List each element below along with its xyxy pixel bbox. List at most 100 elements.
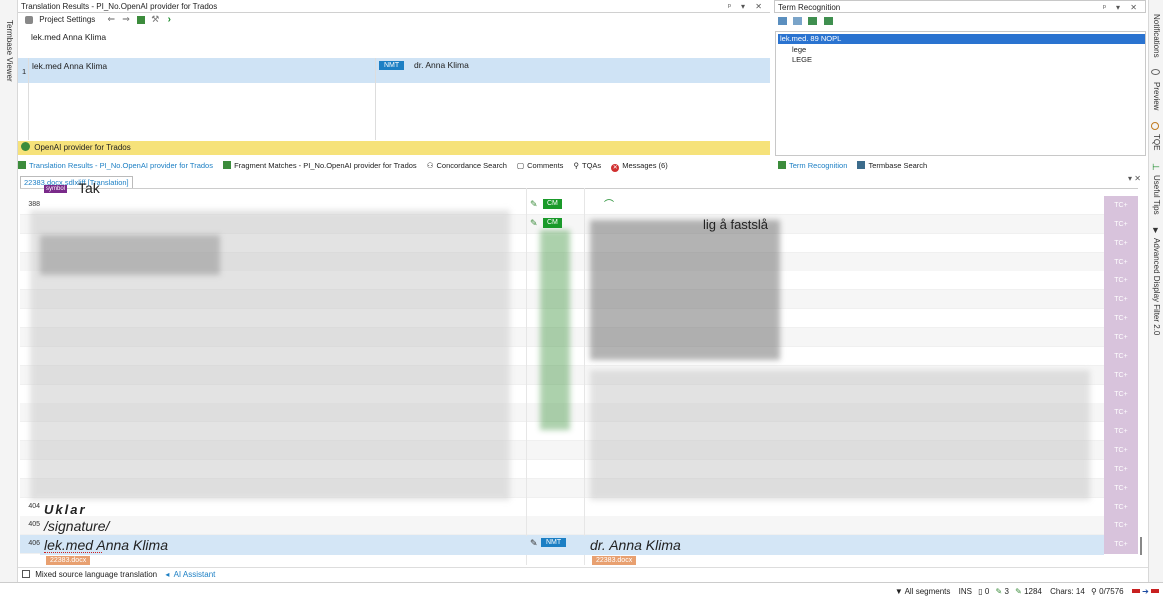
row-406-target-file-tag: 22383.docx — [592, 556, 637, 565]
tc-status-cell: TC+ — [1104, 497, 1138, 517]
row-number: 404 — [28, 502, 40, 510]
tab-term-recognition[interactable]: Term Recognition — [778, 159, 847, 172]
tab-concordance-search[interactable]: ⚇ Concordance Search — [427, 159, 507, 172]
termbase-search-icon — [857, 161, 866, 169]
tc-status-cell: TC+ — [1104, 346, 1138, 366]
tab-ai-assistant[interactable]: AI Assistant — [174, 570, 216, 579]
bottom-pane-tabs: Translation Results - PI_No.OpenAI provi… — [18, 159, 770, 172]
tab-messages-label: Messages (6) — [622, 161, 668, 170]
term-item-LEGE[interactable]: LEGE — [792, 55, 812, 64]
provider-label: OpenAI provider for Trados — [34, 143, 131, 152]
preview-tab[interactable]: Preview — [1152, 82, 1161, 110]
row-406-spell-underline — [44, 552, 102, 553]
blurred-cm-col — [540, 230, 570, 430]
gear-icon[interactable] — [25, 15, 33, 24]
tc-status-cell: TC+ — [1104, 459, 1138, 479]
term-tool-icon-3[interactable] — [808, 16, 818, 25]
tqe-tab[interactable]: TQE — [1152, 134, 1161, 150]
advanced-display-filter-tab[interactable]: Advanced Display Filter 2.0 — [1152, 238, 1161, 335]
status-chars: Chars: 14 — [1050, 587, 1085, 596]
result-row-number: 1 — [22, 67, 27, 76]
term-item-lege[interactable]: lege — [792, 45, 806, 54]
tc-status-cell: TC+ — [1104, 252, 1138, 272]
blurred-source-strip — [40, 235, 220, 275]
tc-status-cell: TC+ — [1104, 441, 1138, 461]
tab-comments[interactable]: ▢ Comments — [517, 159, 563, 172]
apply-icon[interactable] — [137, 15, 146, 24]
error-icon: ✕ — [611, 164, 620, 172]
openai-icon — [21, 142, 30, 151]
tab-fragment-matches[interactable]: Fragment Matches - PI_No.OpenAI provider… — [223, 159, 417, 172]
term-tool-icon-2[interactable] — [793, 16, 803, 25]
translation-results-title: Translation Results - PI_No.OpenAI provi… — [18, 0, 770, 13]
status-mode[interactable]: INS — [959, 587, 972, 596]
editor-divider-source — [526, 188, 527, 565]
term-pane-controls[interactable]: ᵖ ▾ ✕ — [1103, 1, 1141, 14]
tab-termbase-search[interactable]: Termbase Search — [857, 159, 927, 172]
editor-scrollbar[interactable] — [1140, 537, 1142, 555]
tc-status-cell: TC+ — [1104, 214, 1138, 234]
pane-controls[interactable]: ᵖ ▾ ✕ — [728, 0, 766, 13]
blurred-target-block — [590, 220, 780, 360]
tc-status-cell: TC+ — [1104, 516, 1138, 536]
status-bar: ▼ All segments INS ▯ 0 ✎ 3 ✎ 1284 Chars:… — [0, 582, 1163, 600]
table-row[interactable]: TC+ 404 — [20, 497, 1138, 517]
term-recognition-icon — [778, 161, 786, 169]
provider-bar: OpenAI provider for Trados — [18, 141, 770, 155]
project-settings-button[interactable]: Project Settings — [39, 15, 95, 24]
notifications-tab[interactable]: Notifications — [1152, 14, 1161, 58]
chevron-right-icon[interactable]: › — [168, 14, 171, 25]
row-387-symbol-tag: symbol — [44, 185, 68, 193]
document-icon: ▯ — [978, 587, 983, 596]
tc-status-cell: TC+ — [1104, 233, 1138, 253]
tips-icon: ⊢ — [1152, 162, 1160, 172]
status-progress: 0/7576 — [1099, 587, 1124, 596]
fragment-matches-icon — [223, 161, 232, 169]
tab-translation-results[interactable]: Translation Results - PI_No.OpenAI provi… — [18, 159, 213, 172]
tc-status-cell: TC+ — [1104, 196, 1138, 215]
status-filter[interactable]: All segments — [905, 587, 951, 596]
term-tool-icon-4[interactable] — [823, 16, 833, 25]
row-406-active[interactable] — [40, 536, 1104, 555]
tc-status-cell: TC+ — [1104, 365, 1138, 385]
row-406-target[interactable]: dr. Anna Klima — [590, 537, 681, 553]
term-recognition-title: Term Recognition ᵖ ▾ ✕ — [774, 0, 1146, 13]
pencil-icon: ✎ — [995, 587, 1003, 596]
flag-icon-no — [1151, 589, 1159, 593]
document-tab[interactable]: 22383.docx.sdlxliff [Translation] — [20, 176, 133, 188]
tc-status-cell: TC+ — [1104, 271, 1138, 291]
tab-mixed-source[interactable]: Mixed source language translation — [35, 570, 157, 579]
editor-tab-controls[interactable]: ▾ ✕ — [1128, 174, 1141, 183]
tc-status-cell: TC+ — [1104, 327, 1138, 347]
tab-messages[interactable]: ✕ Messages (6) — [611, 159, 668, 172]
row-406-edit-icon[interactable]: ✎ — [530, 538, 538, 549]
arrow-right-icon[interactable]: ⇒ — [122, 14, 130, 24]
tab-concordance-search-label: Concordance Search — [436, 161, 507, 170]
flag-icon-red — [1131, 589, 1140, 593]
useful-tips-tab[interactable]: Useful Tips — [1152, 175, 1161, 215]
tab-tqas[interactable]: ⚲ TQAs — [574, 159, 602, 172]
tc-status-cell: TC+ — [1104, 309, 1138, 329]
tqe-icon — [1151, 122, 1159, 130]
termbase-viewer-tab[interactable]: Termbase Viewer — [5, 20, 14, 82]
row-number: 405 — [28, 521, 40, 529]
row-389-edit-icon[interactable]: ✎ — [530, 218, 538, 229]
mixed-source-icon — [22, 570, 30, 578]
binoculars-icon: ⚇ — [426, 161, 434, 170]
term-selected-row[interactable]: lek.med. 89 NOPL — [778, 34, 1145, 44]
table-row[interactable]: TC+ 405 — [20, 516, 1138, 536]
tools-icon[interactable]: ⚒ — [151, 14, 159, 24]
term-tool-icon-1[interactable] — [778, 16, 787, 25]
tab-term-recognition-label: Term Recognition — [789, 161, 848, 170]
arrow-left-icon[interactable]: ⇐ — [108, 14, 116, 24]
translation-results-icon — [18, 161, 26, 169]
result-row[interactable]: 1 lek.med Anna Klima NMT dr. Anna Klima — [18, 58, 770, 83]
term-recognition-title-text: Term Recognition — [778, 3, 841, 12]
filter-icon: ▼ — [1151, 225, 1160, 235]
fragment-target-text: lig å fastslå — [703, 217, 769, 232]
row-406-source: lek.med Anna Klima — [44, 537, 168, 553]
result-match-badge: NMT — [379, 61, 405, 70]
row-388-target-icon: ⌒ — [604, 200, 614, 211]
source-preview: lek.med Anna Klima — [31, 32, 107, 42]
row-388-edit-icon[interactable]: ✎ — [530, 199, 538, 210]
